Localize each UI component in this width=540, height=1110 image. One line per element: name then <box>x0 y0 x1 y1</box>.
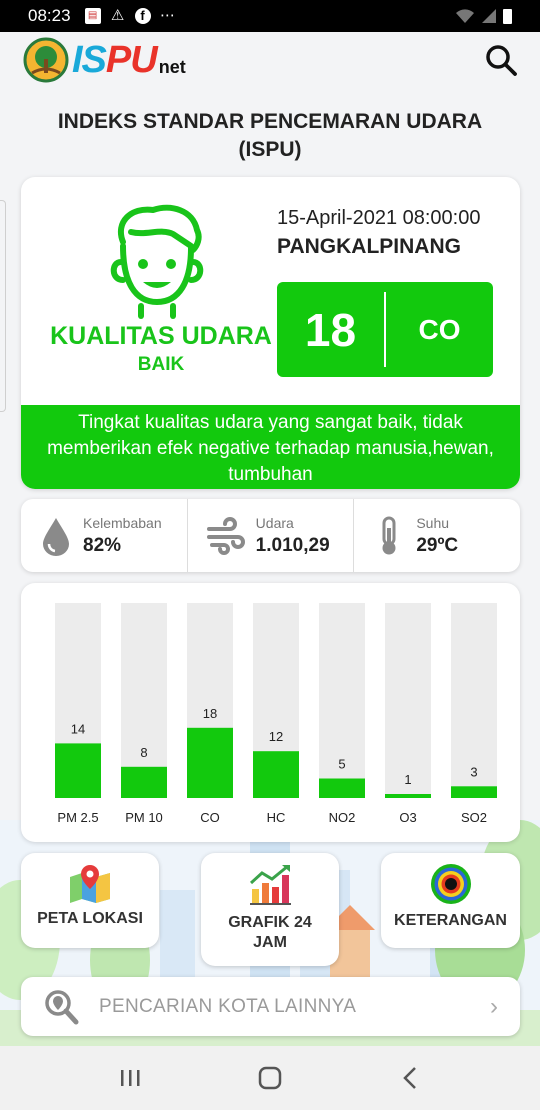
bar-value-label: 5 <box>338 757 345 772</box>
weather-card: Kelembaban 82% Udara 1.010,29 Suhu 29ºC <box>21 499 520 572</box>
bar-graph-icon <box>249 864 291 905</box>
legend-info-button[interactable]: KETERANGAN <box>381 853 520 948</box>
bar-value-label: 12 <box>269 729 283 744</box>
bar-value-label: 3 <box>470 764 477 779</box>
side-drawer-handle[interactable] <box>0 200 6 412</box>
color-rings-icon <box>430 864 471 904</box>
recent-apps-icon <box>121 1070 140 1086</box>
air-quality-card: KUALITAS UDARA BAIK 15-April-2021 08:00:… <box>21 177 520 489</box>
search-icon[interactable] <box>484 43 518 77</box>
status-bar: 08:23 ▤ ⚠ f ⋯ <box>0 0 540 32</box>
map-location-button[interactable]: PETA LOKASI <box>21 853 159 948</box>
bar-so2[interactable] <box>451 786 497 798</box>
ispunet-logo: ISPU net <box>22 35 186 85</box>
notification-app-icon: ▤ <box>84 8 101 24</box>
status-time: 08:23 <box>28 6 71 25</box>
more-notifications-icon: ⋯ <box>160 7 176 24</box>
air-pressure-value: 1.010,29 <box>255 534 330 556</box>
bar-value-label: 18 <box>203 706 217 721</box>
graph-24h-label: GRAFIK 24 JAM <box>228 914 312 951</box>
bar-no2[interactable] <box>319 778 365 799</box>
wifi-icon <box>456 9 474 23</box>
app-bar: ISPU net <box>0 32 540 88</box>
bar-category-label: HC <box>267 810 286 825</box>
logo-text-pu: PU <box>105 38 158 81</box>
ispu-critical-parameter: CO <box>418 313 461 345</box>
humidity-value: 82% <box>83 534 122 556</box>
temperature-value: 29ºC <box>416 534 459 556</box>
bar-value-label: 1 <box>404 772 411 787</box>
map-location-icon <box>70 865 110 903</box>
logo-text-is: IS <box>72 38 107 81</box>
signal-icon <box>482 9 496 23</box>
pollutant-chart-card: 14 PM 2.5 8 PM 10 18 CO 12 HC 5 NO2 1 O3 3 SO2 <box>21 583 520 842</box>
humidity-item: Kelembaban 82% <box>21 499 187 572</box>
measurement-datetime: 15-April-2021 08:00:00 <box>277 207 481 229</box>
happy-face-icon <box>110 204 204 319</box>
bar-value-label: 8 <box>140 745 147 760</box>
legend-info-label: KETERANGAN <box>394 912 507 929</box>
bar-category-label: CO <box>200 810 220 825</box>
ispu-index-value: 18 <box>304 303 357 356</box>
bar-track <box>385 603 431 798</box>
page-title: INDEKS STANDAR PENCEMARAN UDARA (ISPU) <box>57 110 483 161</box>
pollutant-bar-chart: 14 PM 2.5 8 PM 10 18 CO 12 HC 5 NO2 1 O3 3 SO2 <box>55 603 497 825</box>
system-navigation-bar <box>0 1046 540 1110</box>
chevron-right-icon: › <box>490 992 498 1020</box>
bar-category-label: PM 10 <box>125 810 163 825</box>
ministry-emblem-icon <box>23 37 69 83</box>
location-search-icon <box>45 989 79 1024</box>
map-location-label: PETA LOKASI <box>37 910 143 927</box>
battery-icon <box>503 8 512 24</box>
recent-apps-button[interactable] <box>110 1063 150 1093</box>
warning-icon: ⚠ <box>110 7 125 24</box>
humidity-label: Kelembaban <box>83 514 162 531</box>
temperature-label: Suhu <box>416 514 450 531</box>
back-icon <box>403 1067 416 1089</box>
bar-category-label: PM 2.5 <box>57 810 98 825</box>
bar-category-label: NO2 <box>329 810 356 825</box>
home-button[interactable] <box>250 1063 290 1093</box>
temperature-item: Suhu 29ºC <box>353 499 520 572</box>
wind-icon <box>206 516 245 555</box>
air-pressure-item: Udara 1.010,29 <box>186 499 354 572</box>
bar-category-label: O3 <box>399 810 416 825</box>
bar-value-label: 14 <box>71 721 85 736</box>
air-quality-label: KUALITAS UDARA <box>50 322 272 350</box>
back-button[interactable] <box>390 1063 430 1093</box>
facebook-icon: f <box>134 8 151 24</box>
bar-hc[interactable] <box>253 751 299 798</box>
bar-category-label: SO2 <box>461 810 487 825</box>
bar-co[interactable] <box>187 727 233 798</box>
city-name: PANGKALPINANG <box>277 235 461 258</box>
city-search-bar[interactable]: PENCARIAN KOTA LAINNYA › <box>21 977 520 1036</box>
water-drop-icon <box>43 517 69 556</box>
ispu-index-box: 18 CO <box>277 282 493 377</box>
thermometer-icon <box>382 516 396 554</box>
air-pressure-label: Udara <box>255 514 294 531</box>
home-icon <box>258 1066 282 1090</box>
air-quality-status: BAIK <box>137 354 185 375</box>
air-quality-description: Tingkat kualitas udara yang sangat baik,… <box>21 405 520 489</box>
city-search-placeholder: PENCARIAN KOTA LAINNYA <box>99 995 357 1017</box>
logo-text-net: net <box>158 56 186 77</box>
graph-24h-button[interactable]: GRAFIK 24 JAM <box>201 853 339 966</box>
bar-o3[interactable] <box>385 794 431 798</box>
bar-pm25[interactable] <box>55 743 101 798</box>
bar-pm10[interactable] <box>121 766 167 798</box>
